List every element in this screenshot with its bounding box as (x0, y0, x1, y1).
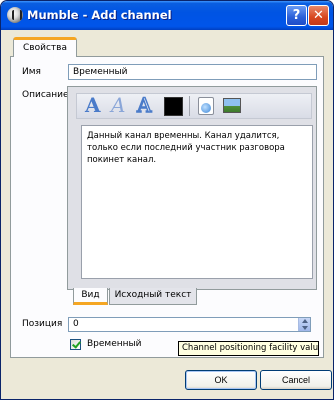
cancel-button[interactable]: Cancel (260, 370, 332, 390)
bold-icon[interactable]: A (85, 94, 101, 116)
ok-button[interactable]: OK (185, 370, 257, 390)
name-field[interactable]: Временный (68, 64, 317, 80)
add-channel-dialog: Mumble - Add channel ? ✕ Свойства Имя Вр… (0, 0, 334, 400)
insert-image-icon[interactable] (223, 98, 241, 113)
position-value[interactable]: 0 (73, 318, 79, 331)
tab-source-text[interactable]: Исходный текст (109, 288, 197, 305)
description-label: Описание (22, 90, 69, 100)
tooltip: Channel positioning facility value (178, 341, 319, 356)
spin-buttons[interactable] (298, 318, 310, 331)
spin-up-icon[interactable] (302, 319, 308, 323)
position-spinbox[interactable]: 0 (68, 317, 311, 332)
tab-properties[interactable]: Свойства (13, 37, 77, 57)
underline-icon[interactable]: A (136, 93, 152, 117)
position-label: Позиция (22, 319, 63, 329)
help-button[interactable]: ? (286, 5, 307, 26)
text-color-icon[interactable] (164, 97, 183, 116)
temporary-checkbox[interactable] (70, 339, 81, 350)
mumble-app-icon (7, 7, 23, 23)
temporary-label: Временный (87, 339, 142, 349)
name-label: Имя (22, 67, 41, 77)
window-title: Mumble - Add channel (27, 8, 172, 22)
description-text-area[interactable]: Данный канал временны. Канал удалится, т… (81, 125, 313, 279)
spin-down-icon[interactable] (302, 326, 308, 330)
insert-link-icon[interactable] (198, 97, 214, 115)
italic-icon[interactable]: A (111, 94, 125, 116)
toolbar-separator (189, 96, 190, 116)
tab-view[interactable]: Вид (73, 288, 108, 305)
title-bar[interactable]: Mumble - Add channel ? ✕ (1, 1, 333, 30)
close-button[interactable]: ✕ (308, 5, 329, 26)
